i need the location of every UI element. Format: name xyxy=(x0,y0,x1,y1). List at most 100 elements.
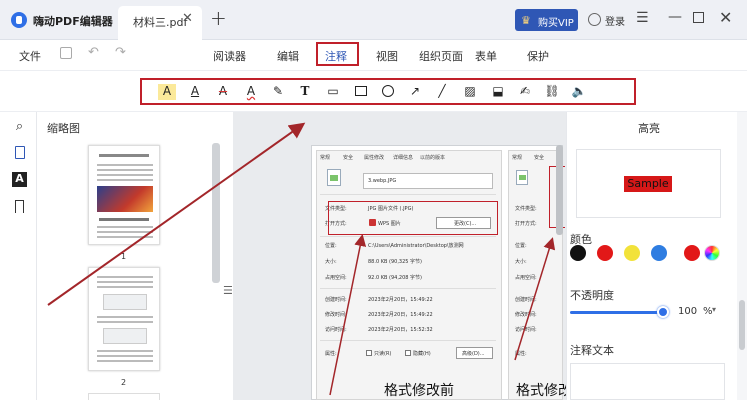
tab-close-icon[interactable]: ✕ xyxy=(182,11,193,26)
minimize-icon[interactable]: — xyxy=(668,9,682,25)
user-avatar-icon[interactable] xyxy=(588,13,601,26)
tab-form[interactable]: 表单 xyxy=(475,48,497,64)
opacity-slider-handle[interactable] xyxy=(657,306,669,318)
color-swatch-blue[interactable] xyxy=(651,245,667,261)
dialog-row-key: 占用空间: xyxy=(325,275,347,281)
dialog-tab: 详细信息 xyxy=(393,155,414,161)
dialog-filename-field: 3.webp.JPG xyxy=(363,173,493,189)
audio-tool-icon[interactable]: 🔈 xyxy=(570,84,588,100)
dialog-row-key: 修改时间: xyxy=(515,312,537,318)
menu-icon[interactable]: ☰ xyxy=(636,10,649,26)
menu-bar xyxy=(0,40,747,70)
buy-vip-button[interactable]: ♛ 购买VIP xyxy=(515,9,578,31)
dialog-row-key: 修改时间: xyxy=(325,312,347,318)
tab-reader[interactable]: 阅读器 xyxy=(213,48,246,64)
page-thumbnail-2[interactable] xyxy=(88,267,160,371)
page-number-2: 2 xyxy=(121,378,127,387)
page-thumbnail-1[interactable] xyxy=(88,145,160,245)
save-icon[interactable] xyxy=(60,47,72,59)
dialog-row-key: 文件类型: xyxy=(515,206,537,212)
advanced-button-label: 高级(D)... xyxy=(462,351,485,357)
opacity-slider[interactable] xyxy=(570,311,662,314)
app-logo-icon xyxy=(11,12,27,28)
dialog-row-value: 2023年2月20日，15:49:22 xyxy=(368,312,433,318)
stamp-tool-icon[interactable]: ⬓ xyxy=(489,84,507,100)
color-swatch-red[interactable] xyxy=(597,245,613,261)
app-window: 嗨动PDF编辑器 材料三.pdf ✕ + ♛ 购买VIP 登录 ☰ — ✕ 文件… xyxy=(0,0,747,400)
window-close-icon[interactable]: ✕ xyxy=(719,8,732,27)
panel-title: 高亮 xyxy=(638,122,660,135)
signature-tool-icon[interactable]: ✍ xyxy=(516,84,534,100)
link-tool-icon[interactable]: ⛓ xyxy=(543,84,561,100)
divider xyxy=(320,236,496,237)
maximize-icon[interactable] xyxy=(693,12,704,23)
dialog-row-key: 打开方式: xyxy=(515,221,537,227)
color-swatch-black[interactable] xyxy=(570,245,586,261)
opacity-value[interactable]: 100 xyxy=(678,306,697,317)
note-tool-icon[interactable]: ▭ xyxy=(324,84,342,100)
panel-scrollbar[interactable] xyxy=(739,300,745,350)
dialog-row-value: 88.0 KB (90,325 字节) xyxy=(368,259,423,265)
strikethrough-tool-icon[interactable]: A xyxy=(214,84,232,100)
dialog-row-key: 创建时间: xyxy=(325,297,347,303)
panel-resize-handle-icon[interactable]: ☰ xyxy=(223,284,233,297)
chevron-down-icon[interactable]: ▾ xyxy=(712,303,722,317)
app-name: 嗨动PDF编辑器 xyxy=(33,15,113,28)
caption-before: 格式修改前 xyxy=(384,383,454,399)
buy-vip-label: 购买VIP xyxy=(538,18,574,29)
image-file-icon xyxy=(327,169,341,186)
dialog-tab: 安全 xyxy=(534,155,545,161)
text-recognition-icon[interactable]: A xyxy=(12,172,27,187)
file-type-callout-box xyxy=(328,201,498,235)
login-button[interactable]: 登录 xyxy=(605,13,625,28)
dialog-row-key: 创建时间: xyxy=(515,297,537,303)
divider xyxy=(320,288,496,289)
dialog-tab: 安全 xyxy=(343,155,354,161)
image-tool-icon[interactable]: ▨ xyxy=(461,84,479,100)
bookmark-icon[interactable] xyxy=(12,199,27,214)
squiggly-tool-icon[interactable]: A xyxy=(242,84,260,100)
color-swatch-yellow[interactable] xyxy=(624,245,640,261)
advanced-button: 高级(D)... xyxy=(456,347,493,359)
underline-tool-icon[interactable]: A xyxy=(186,84,204,100)
thumbnail-page-icon[interactable] xyxy=(12,145,27,160)
dialog-row-key: 属性: xyxy=(515,351,527,357)
new-tab-button[interactable]: + xyxy=(210,6,227,30)
dialog-row-key: 大小: xyxy=(515,259,527,265)
hidden-checkbox xyxy=(405,350,411,356)
tab-protect[interactable]: 保护 xyxy=(527,48,549,64)
divider xyxy=(320,194,496,195)
text-tool-icon[interactable]: T xyxy=(296,84,314,100)
color-picker-icon[interactable] xyxy=(704,245,720,261)
undo-icon[interactable]: ↶ xyxy=(88,45,99,60)
document-tab-label: 材料三.pdf xyxy=(133,16,188,29)
file-menu[interactable]: 文件 xyxy=(19,48,41,64)
search-icon[interactable]: ⌕ xyxy=(12,119,27,134)
tab-organize-pages[interactable]: 组织页面 xyxy=(419,48,463,64)
note-text-field[interactable] xyxy=(570,363,725,400)
ellipse-tool-icon[interactable] xyxy=(379,84,397,100)
page-thumbnail-3[interactable] xyxy=(88,393,160,400)
highlight-tool-icon[interactable]: A xyxy=(158,84,176,100)
opacity-label: 不透明度 xyxy=(570,289,614,302)
document-scrollbar[interactable] xyxy=(556,145,563,235)
thumbnail-scrollbar[interactable] xyxy=(212,143,220,283)
redo-icon[interactable]: ↷ xyxy=(115,45,126,60)
dialog-row-value: C:\Users\Administrator\Desktop\放测网 xyxy=(368,243,464,249)
crown-icon: ♛ xyxy=(521,14,531,27)
tab-edit[interactable]: 编辑 xyxy=(277,48,299,64)
dialog-tab: 常规 xyxy=(320,155,331,161)
dialog-tab: 常规 xyxy=(512,155,523,161)
arrow-tool-icon[interactable]: ↗ xyxy=(406,84,424,100)
dialog-row-key: 大小: xyxy=(325,259,337,265)
file-icon xyxy=(516,170,528,185)
line-tool-icon[interactable]: ╱ xyxy=(433,84,451,100)
rectangle-tool-icon[interactable] xyxy=(352,84,370,100)
dialog-row-value: 92.0 KB (94,208 字节) xyxy=(368,275,423,281)
pencil-tool-icon[interactable]: ✎ xyxy=(269,84,287,100)
current-color-swatch[interactable] xyxy=(684,245,700,261)
dialog-tab: 以前的版本 xyxy=(420,155,446,161)
dialog-row-key: 占用空间: xyxy=(515,275,537,281)
tab-view[interactable]: 视图 xyxy=(376,48,398,64)
panel-scrollbar-track xyxy=(737,112,747,400)
